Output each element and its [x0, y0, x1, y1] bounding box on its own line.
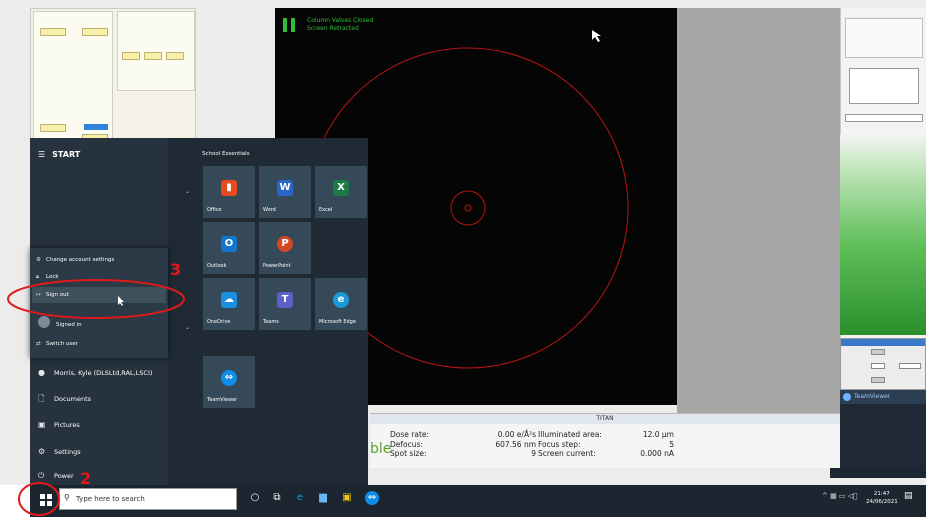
annotation-step-3: 3	[170, 260, 182, 279]
desktop-screenshot: Column Valves Closed Screen Retracted Te…	[0, 0, 926, 517]
sign-out-annotation-ellipse	[7, 279, 185, 319]
annotation-step-2: 2	[80, 469, 92, 488]
annotation-layer	[7, 279, 185, 516]
start-button-annotation-ellipse	[18, 482, 60, 516]
